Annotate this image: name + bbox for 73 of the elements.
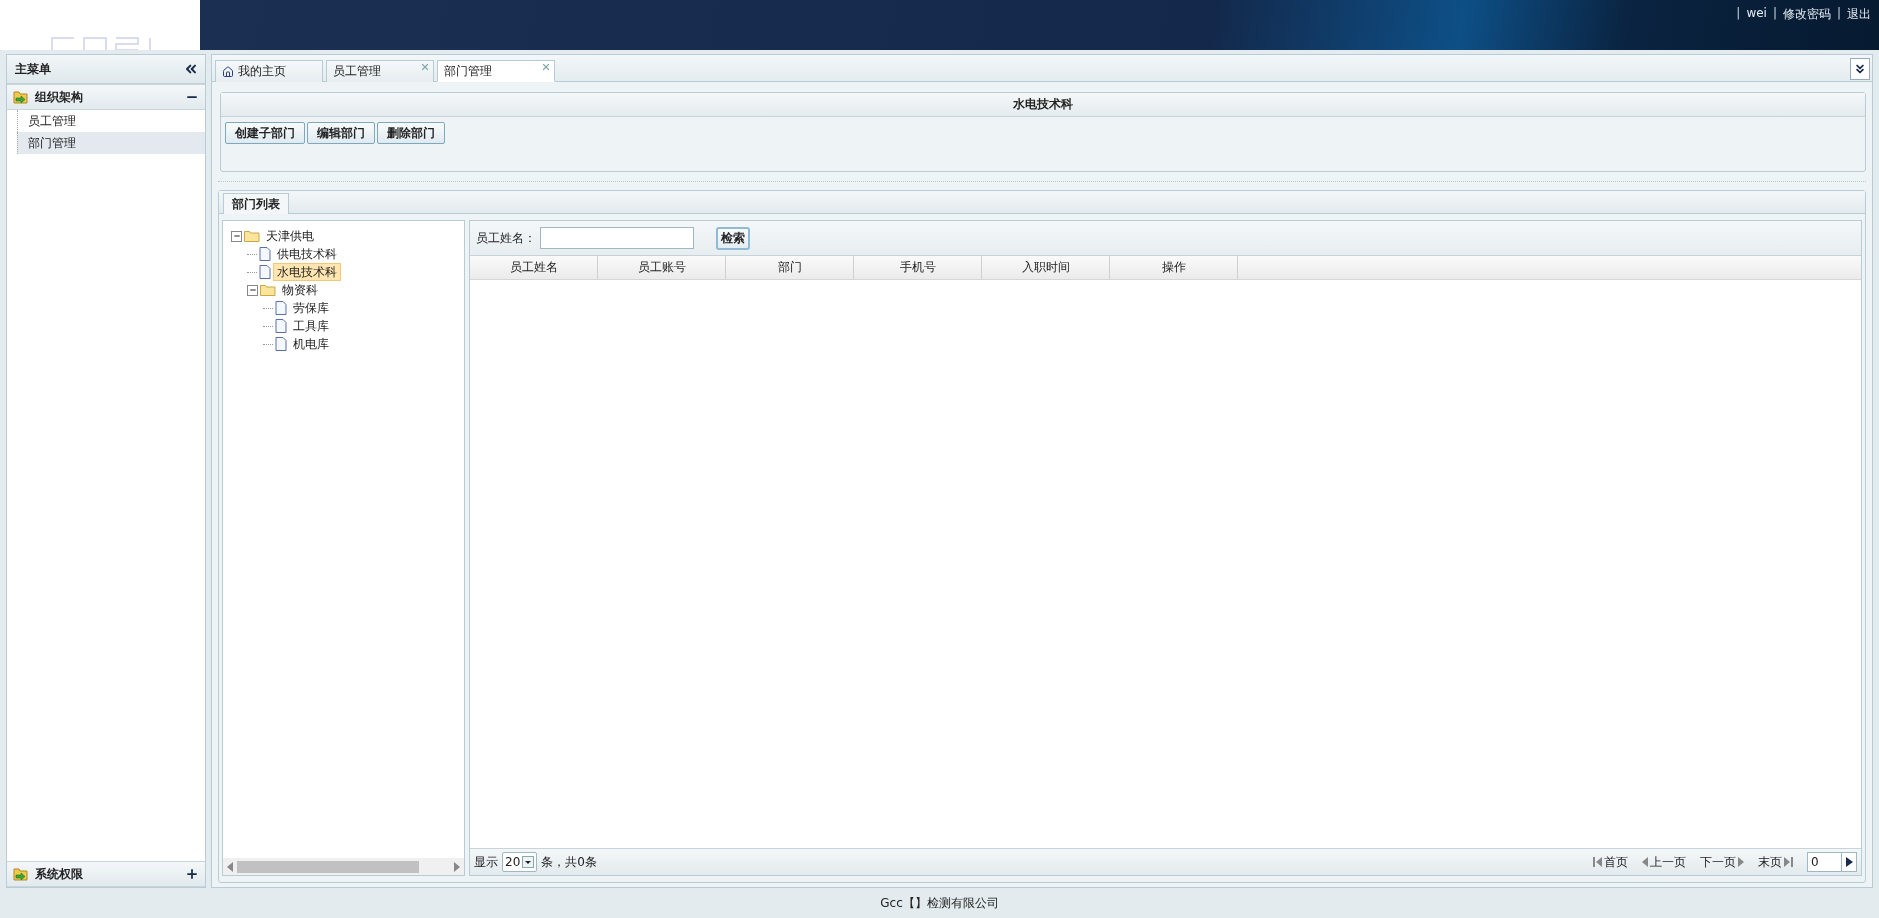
collapse-toggle-icon[interactable]	[231, 230, 242, 242]
column-header: 员工账号	[598, 256, 726, 279]
tab-menu-button[interactable]	[1850, 58, 1870, 80]
next-page-link[interactable]: 下一页	[1700, 853, 1744, 871]
double-chevron-down-icon	[1853, 62, 1867, 76]
expand-icon[interactable]	[185, 867, 199, 881]
menu-item[interactable]: 部门管理	[17, 132, 205, 154]
footer-text: Gcc【】检测有限公司	[880, 894, 999, 912]
tree-node[interactable]: 物资科	[278, 281, 322, 299]
column-header: 手机号	[854, 256, 982, 279]
sidebar-title: 主菜单	[15, 60, 51, 78]
prev-icon	[1642, 857, 1648, 867]
close-icon[interactable]	[541, 62, 551, 72]
separator: |	[1736, 6, 1741, 20]
tab[interactable]: 部门列表	[223, 193, 289, 214]
column-header: 部门	[726, 256, 854, 279]
field-label: 员工姓名：	[476, 229, 536, 247]
menu-section-header[interactable]: 系统权限	[7, 861, 205, 887]
tab-label: 员工管理	[333, 63, 381, 80]
tree-node[interactable]: 机电库	[289, 335, 333, 353]
collapse-toggle-icon[interactable]	[247, 284, 258, 296]
horizontal-scrollbar[interactable]	[223, 858, 464, 875]
folder-icon	[260, 284, 276, 296]
tree-node[interactable]: 劳保库	[289, 299, 333, 317]
header-link[interactable]: 退出	[1847, 6, 1871, 23]
section-title: 系统权限	[35, 865, 84, 883]
go-arrow-icon	[1845, 857, 1853, 867]
menu-section-header[interactable]: 组织架构	[7, 84, 205, 110]
first-page-link[interactable]: 首页	[1593, 853, 1628, 871]
folder-icon	[244, 230, 260, 242]
folder-arrow-icon	[13, 867, 29, 881]
panel-title: 水电技术科	[221, 93, 1865, 117]
tab[interactable]: 我的主页	[215, 60, 323, 82]
document-icon	[275, 337, 287, 351]
tree-node[interactable]: 工具库	[289, 317, 333, 335]
document-icon	[259, 265, 271, 279]
scroll-left-icon	[227, 861, 233, 872]
header-link[interactable]: wei	[1746, 6, 1767, 20]
separator: |	[1772, 6, 1777, 20]
tab-label: 部门管理	[444, 62, 492, 80]
document-icon	[259, 247, 271, 261]
name-input-field[interactable]	[540, 227, 694, 249]
column-header: 操作	[1110, 256, 1238, 279]
last-page-link[interactable]: 末页	[1758, 853, 1793, 871]
record-summary: 条，共0条	[541, 853, 597, 871]
tab-label: 我的主页	[238, 63, 286, 80]
document-icon	[275, 319, 287, 333]
action-button[interactable]: 删除部门	[377, 122, 445, 144]
home-icon	[222, 65, 234, 78]
column-header: 员工姓名	[470, 256, 598, 279]
show-label: 显示	[474, 853, 498, 871]
folder-arrow-icon	[13, 90, 29, 104]
column-header: 入职时间	[982, 256, 1110, 279]
header-link[interactable]: 修改密码	[1782, 6, 1831, 23]
separator: |	[1836, 6, 1841, 20]
tree-node[interactable]: 天津供电	[262, 227, 318, 245]
tab[interactable]: 员工管理	[326, 60, 434, 82]
next-icon	[1738, 857, 1744, 867]
tab[interactable]: 部门管理	[437, 60, 555, 82]
page-size-select[interactable]: 20	[502, 852, 538, 872]
page-number-field[interactable]: 0	[1807, 852, 1857, 872]
last-icon	[1784, 857, 1793, 867]
tree-node[interactable]: 水电技术科	[273, 263, 341, 281]
scroll-right-icon	[454, 861, 460, 872]
prev-page-link[interactable]: 上一页	[1642, 853, 1686, 871]
first-icon	[1593, 857, 1602, 867]
action-button[interactable]: 编辑部门	[307, 122, 375, 144]
search-button[interactable]: 检索	[716, 226, 750, 250]
document-icon	[275, 301, 287, 315]
action-button[interactable]: 创建子部门	[225, 122, 305, 144]
close-icon[interactable]	[420, 62, 430, 72]
tree-node[interactable]: 供电技术科	[273, 245, 341, 263]
section-title: 组织架构	[35, 88, 84, 106]
